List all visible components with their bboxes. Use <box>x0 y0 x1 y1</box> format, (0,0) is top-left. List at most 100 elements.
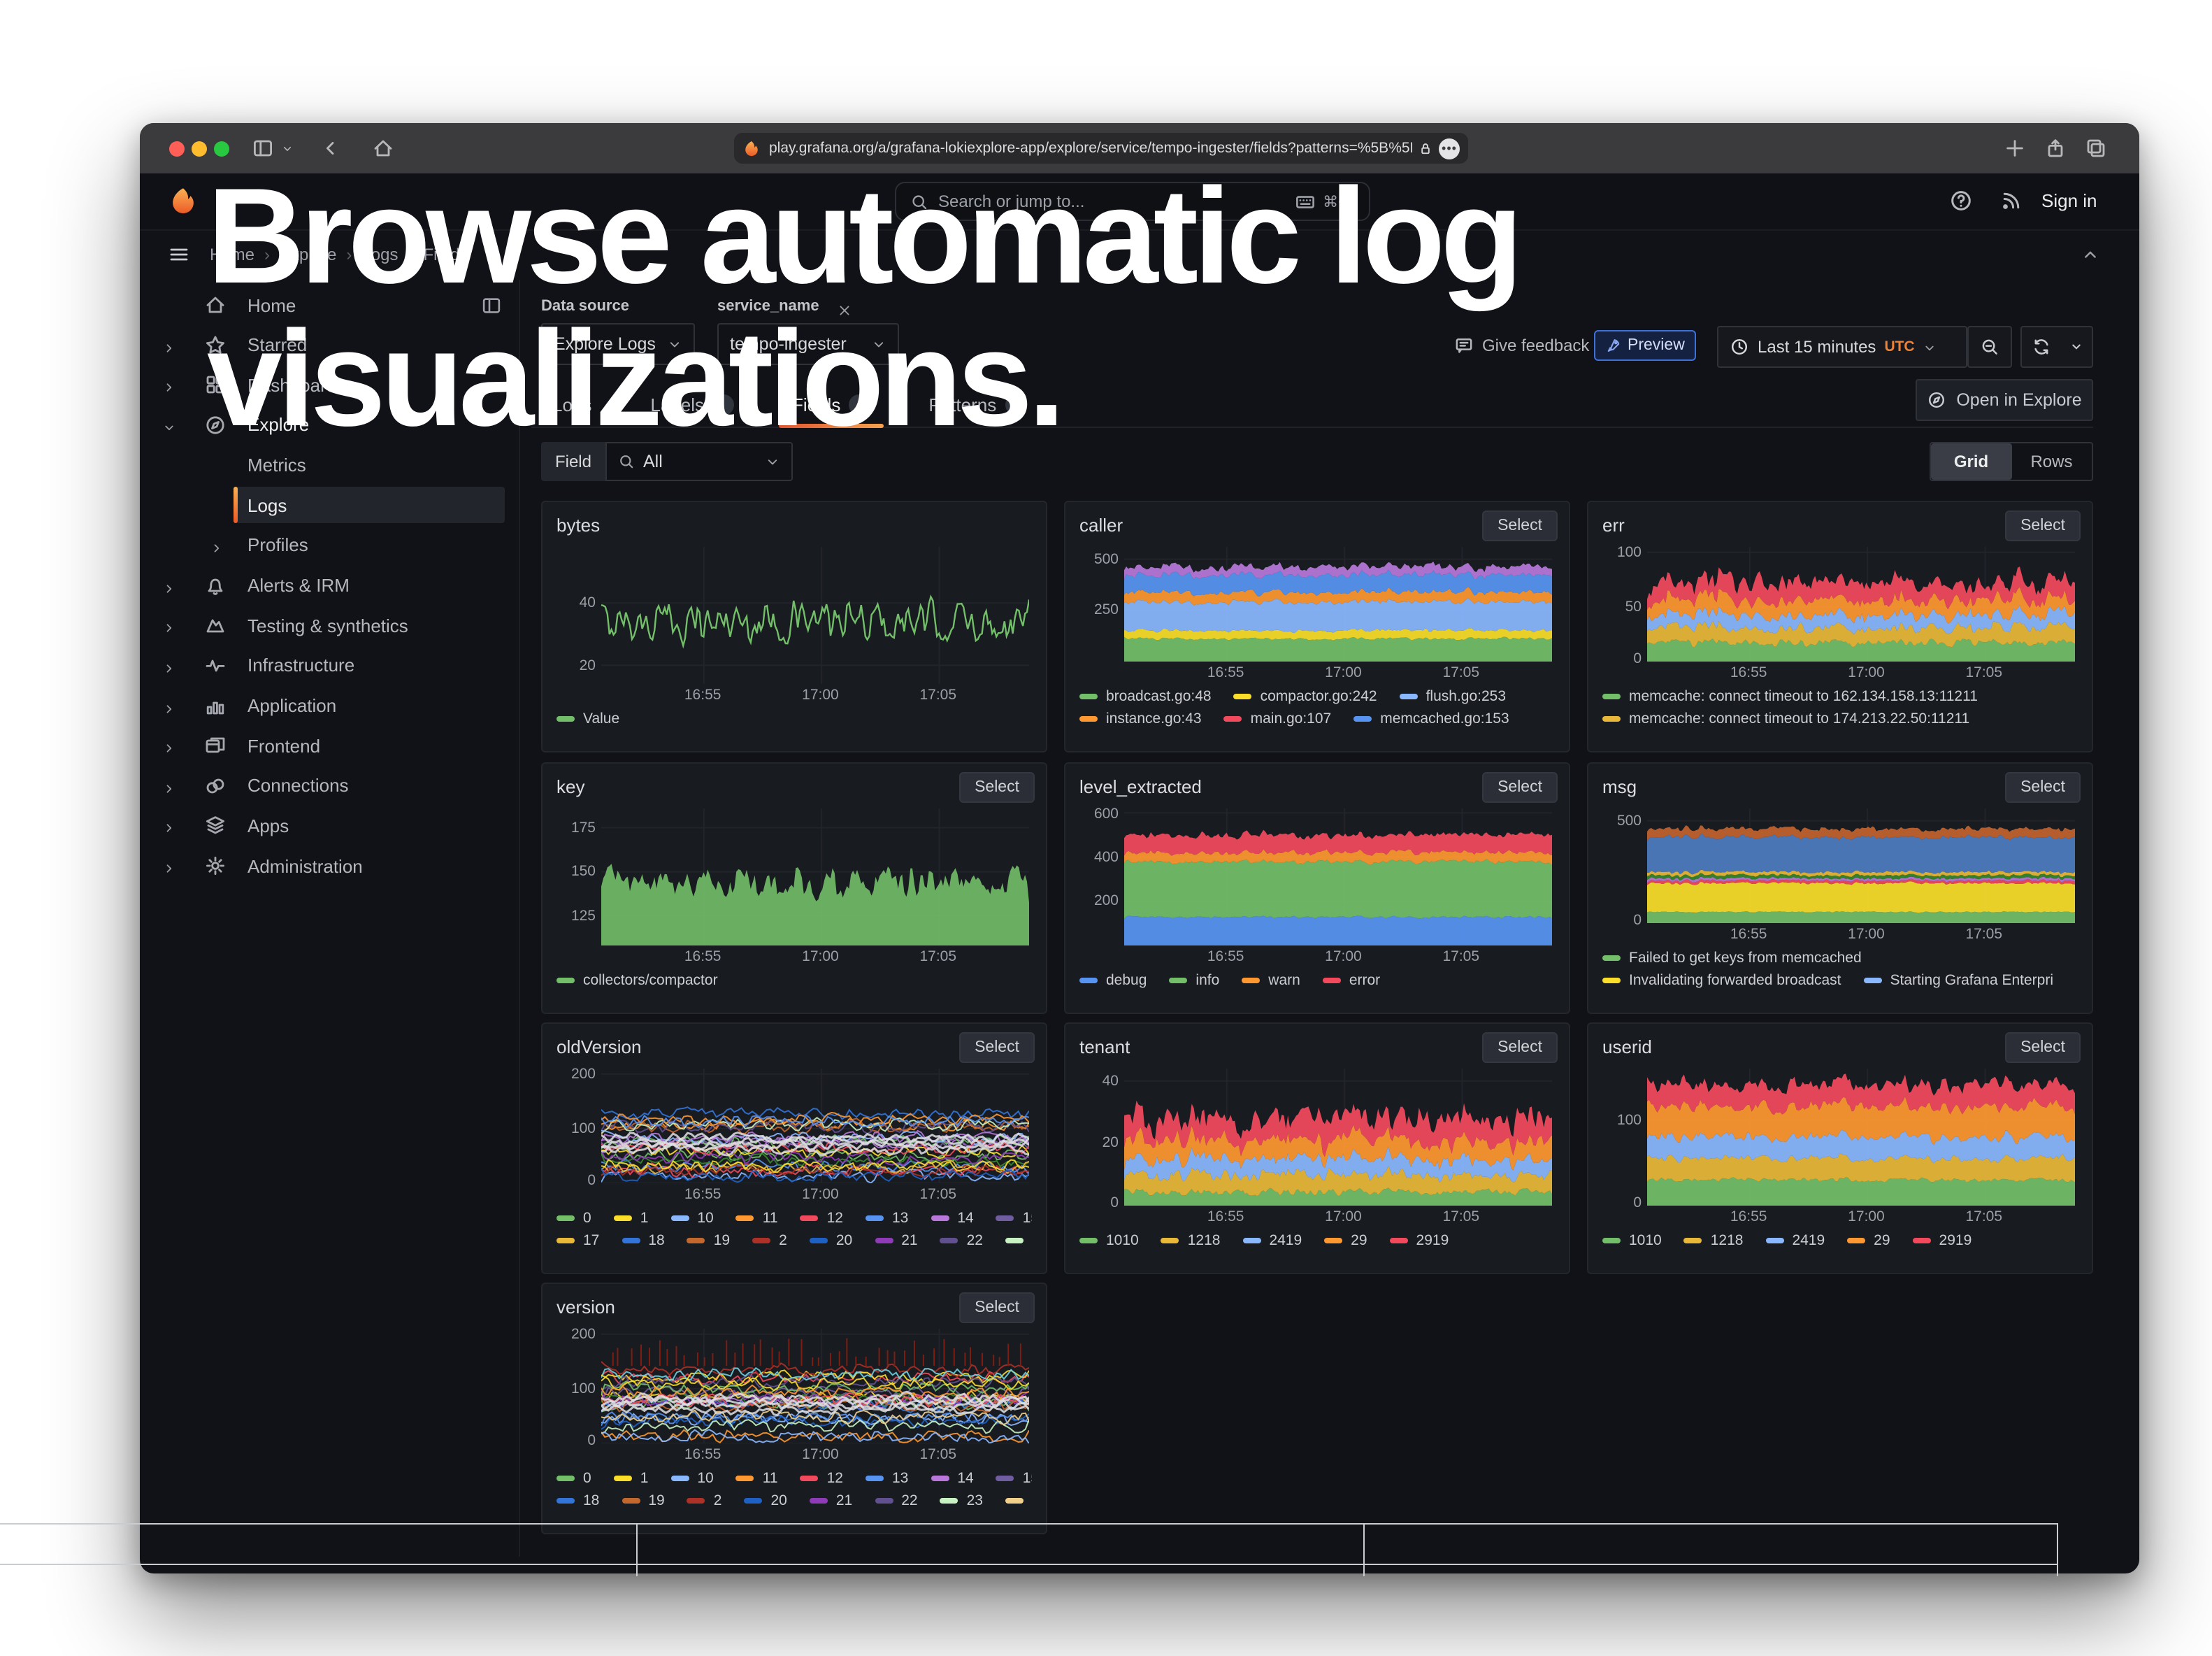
sidebar-toggle-icon[interactable] <box>252 137 274 159</box>
legend-item[interactable]: 0 <box>556 1470 591 1487</box>
grafana-logo-icon[interactable] <box>168 186 199 217</box>
legend-item[interactable]: main.go:107 <box>1224 711 1332 727</box>
chevron-right-icon[interactable] <box>162 738 176 752</box>
legend-item[interactable]: 18 <box>556 1492 599 1509</box>
legend-item[interactable]: Starting Grafana Enterpri <box>1864 972 2053 989</box>
legend-item[interactable]: 10 <box>670 1470 713 1487</box>
legend-item[interactable]: 17 <box>556 1232 599 1249</box>
legend-item[interactable]: compactor.go:242 <box>1234 688 1377 705</box>
legend-item[interactable]: Failed to get keys from memcached <box>1602 950 1862 966</box>
select-button[interactable]: Select <box>2005 772 2081 803</box>
chevron-right-icon[interactable] <box>162 338 176 352</box>
chevron-right-icon[interactable] <box>162 699 176 713</box>
legend-item[interactable]: memcached.go:153 <box>1353 711 1509 727</box>
chevron-right-icon[interactable] <box>162 779 176 793</box>
sidebar-item-profiles[interactable]: Profiles <box>151 529 503 562</box>
open-in-explore-button[interactable]: Open in Explore <box>1916 379 2093 421</box>
legend-item[interactable]: 23 <box>1005 1232 1032 1249</box>
legend-item[interactable]: 2419 <box>1242 1232 1302 1249</box>
help-icon[interactable] <box>1949 189 1973 213</box>
legend-item[interactable]: 1 <box>614 1210 649 1227</box>
legend-item[interactable]: 21 <box>810 1492 852 1509</box>
zoom-out-button[interactable] <box>1967 326 2012 368</box>
sidebar-item-apps[interactable]: Apps <box>151 809 503 843</box>
legend-item[interactable]: 18 <box>622 1232 664 1249</box>
legend-item[interactable]: 2919 <box>1913 1232 1972 1249</box>
legend-item[interactable]: instance.go:43 <box>1079 711 1202 727</box>
chevron-right-icon[interactable] <box>162 859 176 873</box>
legend-item[interactable]: 29 <box>1324 1232 1367 1249</box>
share-icon[interactable] <box>2044 137 2067 159</box>
new-tab-icon[interactable] <box>2004 137 2026 159</box>
toggle-rows[interactable]: Rows <box>2011 443 2092 480</box>
legend-item[interactable]: Value <box>556 711 619 727</box>
tabs-overview-icon[interactable] <box>2085 137 2107 159</box>
chevron-right-icon[interactable] <box>162 819 176 833</box>
sidebar-item-connections[interactable]: Connections <box>151 769 503 803</box>
close-window-button[interactable] <box>169 141 185 156</box>
legend-item[interactable]: memcache: connect timeout to 162.134.158… <box>1602 688 1978 705</box>
legend-item[interactable]: 29 <box>1847 1232 1890 1249</box>
refresh-interval-dropdown[interactable] <box>2061 326 2093 368</box>
chevron-down-icon[interactable] <box>281 143 294 155</box>
time-range-picker[interactable]: Last 15 minutes UTC <box>1717 326 1967 368</box>
sidebar-item-frontend[interactable]: Frontend <box>151 729 503 762</box>
legend-item[interactable]: 12 <box>800 1210 843 1227</box>
legend-item[interactable]: 14 <box>931 1210 973 1227</box>
chevron-right-icon[interactable] <box>162 578 176 592</box>
legend-item[interactable]: 2919 <box>1390 1232 1449 1249</box>
select-button[interactable]: Select <box>959 772 1035 803</box>
legend-item[interactable]: warn <box>1242 972 1300 989</box>
legend-item[interactable]: 15 <box>996 1210 1032 1227</box>
legend-item[interactable]: 20 <box>810 1232 852 1249</box>
sidebar-item-testing-synthetics[interactable]: Testing & synthetics <box>151 608 503 642</box>
chevron-right-icon[interactable] <box>162 659 176 673</box>
legend-item[interactable]: 22 <box>940 1232 983 1249</box>
legend-item[interactable]: 12 <box>800 1470 843 1487</box>
legend-item[interactable]: 2 <box>687 1492 722 1509</box>
sidebar-item-application[interactable]: Application <box>151 689 503 722</box>
menu-hamburger-icon[interactable] <box>168 243 190 266</box>
legend-item[interactable]: 0 <box>556 1210 591 1227</box>
legend-item[interactable]: 2419 <box>1765 1232 1825 1249</box>
legend-item[interactable]: 1010 <box>1602 1232 1662 1249</box>
sidebar-item-logs[interactable]: Logs <box>151 489 503 522</box>
legend-item[interactable]: info <box>1169 972 1219 989</box>
legend-item[interactable]: 1 <box>614 1470 649 1487</box>
legend-item[interactable]: memcache: connect timeout to 174.213.22.… <box>1602 711 1969 727</box>
legend-item[interactable]: 14 <box>931 1470 973 1487</box>
toggle-grid[interactable]: Grid <box>1931 443 2011 480</box>
select-button[interactable]: Select <box>959 1032 1035 1063</box>
page-settings-button[interactable]: ••• <box>1439 138 1460 159</box>
back-icon[interactable] <box>319 137 341 159</box>
news-rss-icon[interactable] <box>1999 189 2023 213</box>
select-button[interactable]: Select <box>1482 772 1558 803</box>
sidebar-item-infrastructure[interactable]: Infrastructure <box>151 649 503 683</box>
browser-home-icon[interactable] <box>372 137 394 159</box>
legend-item[interactable]: 19 <box>687 1232 730 1249</box>
legend-item[interactable]: 13 <box>866 1210 908 1227</box>
legend-item[interactable]: 22 <box>875 1492 917 1509</box>
chevron-right-icon[interactable] <box>210 538 224 552</box>
select-button[interactable]: Select <box>959 1292 1035 1323</box>
legend-item[interactable]: 23 <box>940 1492 983 1509</box>
legend-item[interactable]: broadcast.go:48 <box>1079 688 1212 705</box>
legend-item[interactable]: error <box>1323 972 1380 989</box>
chevron-right-icon[interactable] <box>162 618 176 632</box>
chevron-right-icon[interactable] <box>162 378 176 392</box>
select-button[interactable]: Select <box>2005 1032 2081 1063</box>
collapse-chevron-up-icon[interactable] <box>2081 245 2100 264</box>
legend-item[interactable]: 10 <box>670 1210 713 1227</box>
legend-item[interactable]: Invalidating forwarded broadcast <box>1602 972 1841 989</box>
legend-item[interactable]: flush.go:253 <box>1400 688 1506 705</box>
chevron-down-icon[interactable] <box>162 418 176 432</box>
select-button[interactable]: Select <box>1482 1032 1558 1063</box>
legend-item[interactable]: debug <box>1079 972 1147 989</box>
legend-item[interactable]: 11 <box>736 1470 778 1487</box>
legend-item[interactable]: 20 <box>744 1492 787 1509</box>
minimize-window-button[interactable] <box>192 141 207 156</box>
legend-item[interactable]: collectors/compactor <box>556 972 718 989</box>
legend-item[interactable]: 24 <box>1005 1492 1032 1509</box>
legend-item[interactable]: 11 <box>736 1210 778 1227</box>
legend-item[interactable]: 2 <box>752 1232 787 1249</box>
